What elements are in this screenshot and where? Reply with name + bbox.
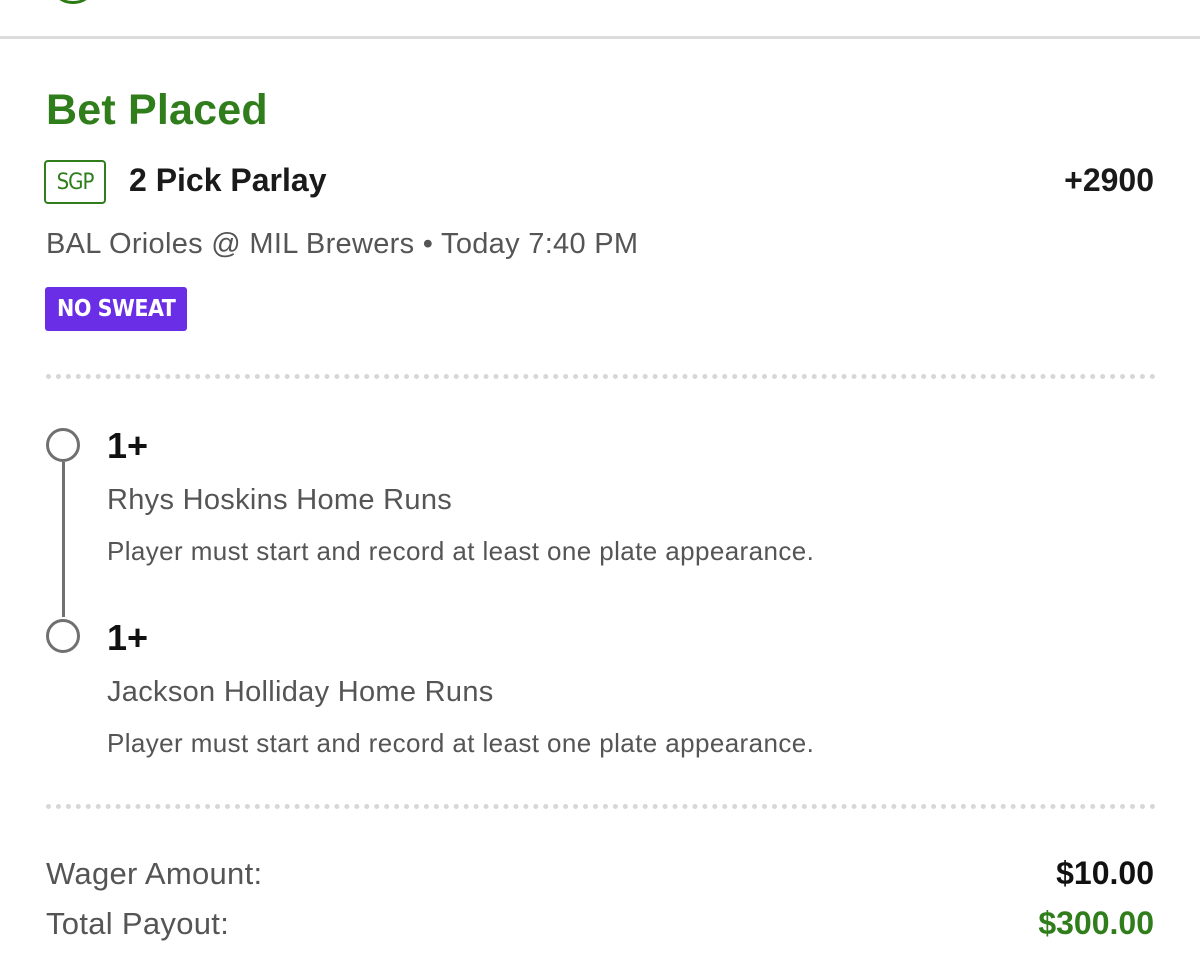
logo-icon (48, 0, 98, 4)
section-divider (46, 374, 1156, 379)
bet-odds: +2900 (1064, 162, 1154, 198)
wager-value: $10.00 (1056, 855, 1154, 891)
sgp-badge: SGP (44, 160, 106, 204)
bet-title: 2 Pick Parlay (129, 162, 327, 198)
leg-rule: Player must start and record at least on… (107, 728, 815, 758)
header-divider (0, 36, 1200, 39)
leg-market: Rhys Hoskins Home Runs (107, 484, 453, 516)
leg-line: 1+ (107, 617, 149, 658)
bet-status-title: Bet Placed (46, 86, 268, 134)
leg-market: Jackson Holliday Home Runs (107, 676, 494, 708)
section-divider (46, 804, 1156, 809)
leg-connector-line (62, 462, 65, 617)
event-info: BAL Orioles @ MIL Brewers • Today 7:40 P… (46, 228, 639, 260)
circle-outline-icon (46, 619, 80, 653)
payout-value: $300.00 (1038, 905, 1154, 941)
circle-outline-icon (46, 428, 80, 462)
wager-label: Wager Amount: (46, 856, 263, 891)
promo-badge: NO SWEAT (45, 287, 188, 331)
leg-rule: Player must start and record at least on… (107, 536, 815, 566)
leg-line: 1+ (107, 425, 149, 466)
payout-label: Total Payout: (46, 906, 230, 941)
